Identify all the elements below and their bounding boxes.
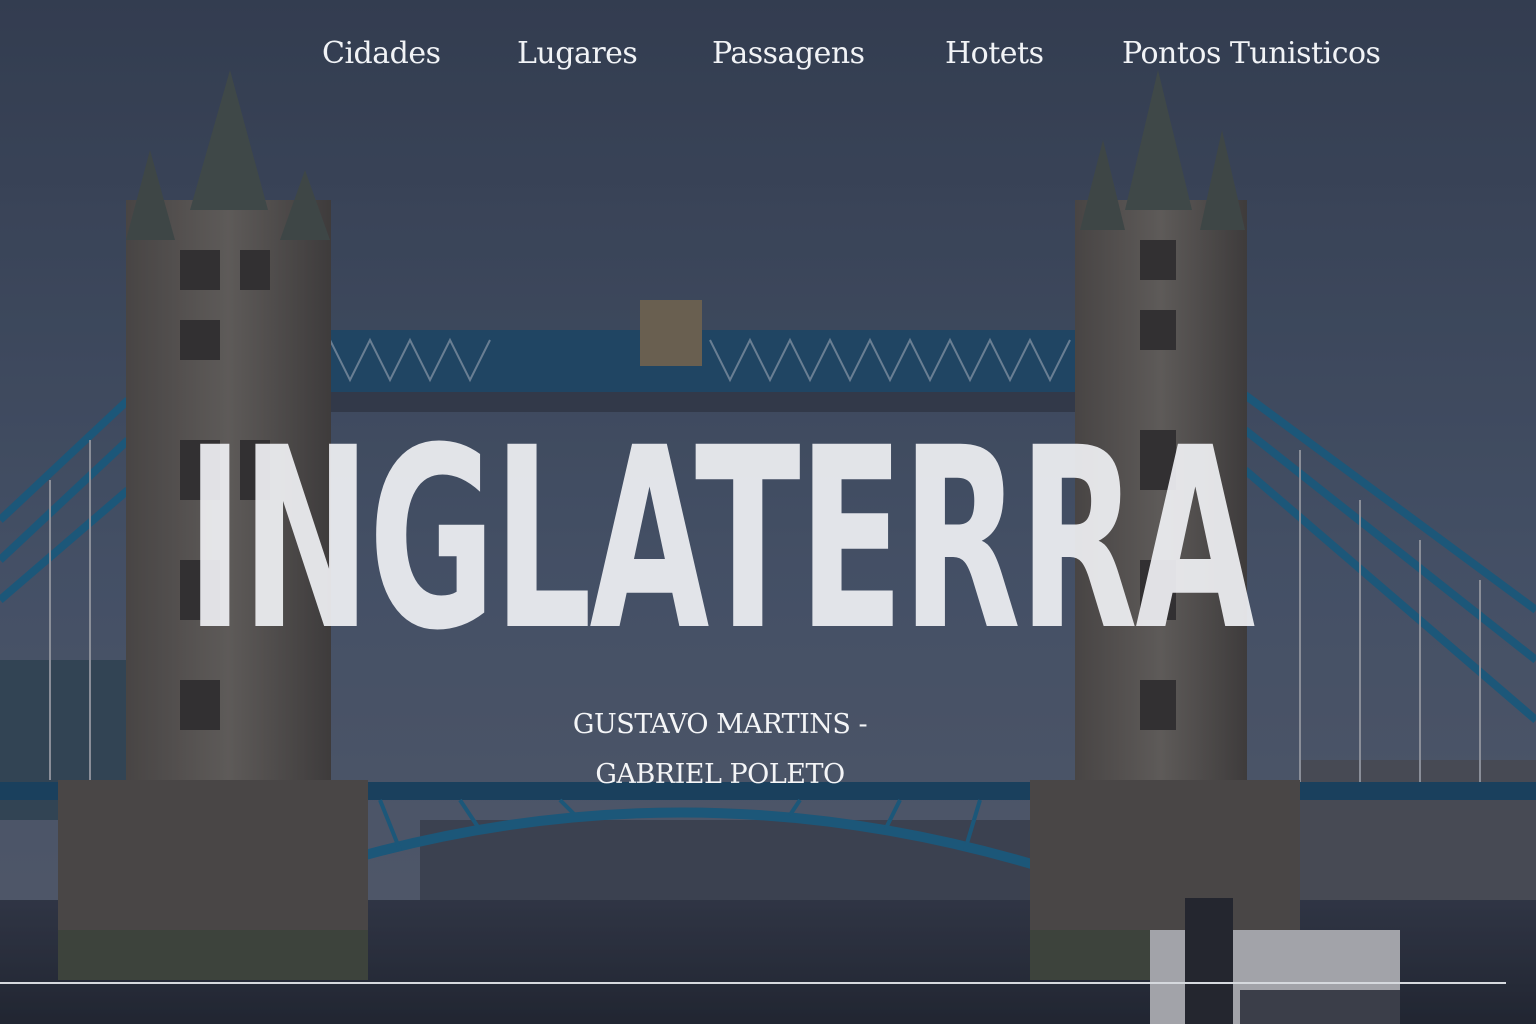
nav-link-hotets[interactable]: Hotets [945, 34, 1044, 74]
bottom-divider [0, 982, 1506, 984]
hero-title: INGLATERRA [186, 394, 1255, 685]
nav-link-cidades[interactable]: Cidades [322, 34, 441, 74]
author-line-1: GUSTAVO MARTINS - [572, 709, 868, 740]
top-navigation: Cidades Lugares Passagens Hotets Pontos … [0, 34, 1536, 78]
authors-block: GUSTAVO MARTINS - GABRIEL POLETO [540, 700, 900, 800]
nav-link-pontos-tunisticos[interactable]: Pontos Tunisticos [1122, 34, 1381, 74]
author-line-2: GABRIEL POLETO [595, 759, 845, 790]
nav-link-lugares[interactable]: Lugares [517, 34, 638, 74]
nav-link-passagens[interactable]: Passagens [712, 34, 865, 74]
